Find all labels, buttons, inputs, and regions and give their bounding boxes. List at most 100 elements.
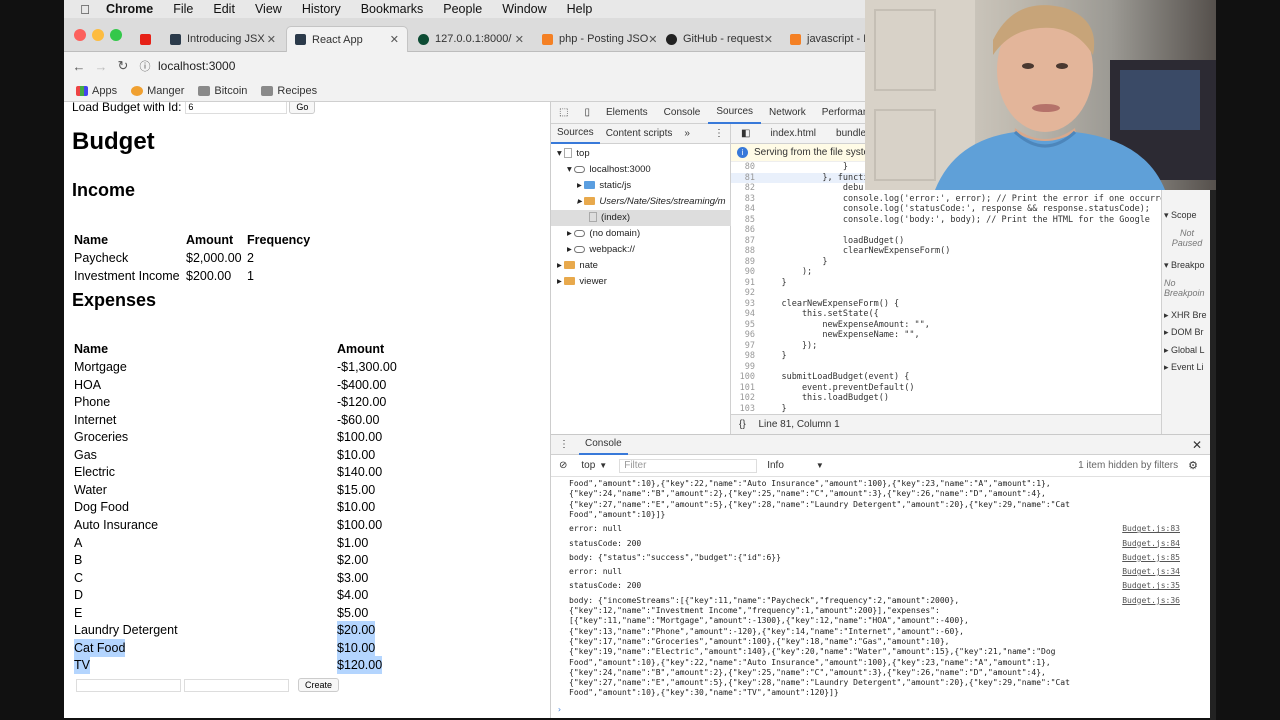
code-line[interactable]: 87 loadBudget()	[731, 236, 1161, 247]
tab-javascript[interactable]: javascript - H	[782, 26, 867, 52]
tab-elements[interactable]: Elements	[598, 107, 656, 118]
go-button[interactable]: Go	[289, 102, 316, 114]
scope-section[interactable]: ▾ Scope	[1164, 210, 1197, 221]
code-line[interactable]: 101 event.preventDefault()	[731, 383, 1161, 394]
code-line[interactable]: 85 console.log('body:', body); // Print …	[731, 215, 1161, 226]
menu-bookmarks[interactable]: Bookmarks	[351, 2, 434, 16]
toggle-navigator-icon[interactable]: ◧	[731, 128, 760, 139]
tab-console[interactable]: Console	[656, 107, 709, 118]
line-number[interactable]: 103	[731, 404, 755, 415]
tab-localhost-8000[interactable]: 127.0.0.1:8000/ ✕	[410, 26, 532, 52]
code-line[interactable]: 99	[731, 362, 1161, 373]
tab-sources-nav[interactable]: Sources	[551, 124, 600, 144]
code-line[interactable]: 98 }	[731, 351, 1161, 362]
line-number[interactable]: 82	[731, 183, 755, 194]
xhr-breakpoints-section[interactable]: ▸ XHR Bre	[1164, 310, 1207, 321]
close-window-button[interactable]	[74, 29, 86, 41]
close-tab-icon[interactable]: ✕	[515, 33, 524, 46]
line-number[interactable]: 86	[731, 225, 755, 236]
menu-file[interactable]: File	[163, 2, 203, 16]
line-number[interactable]: 95	[731, 320, 755, 331]
global-listeners-section[interactable]: ▸ Global L	[1164, 345, 1205, 356]
code-line[interactable]: 94 this.setState({	[731, 309, 1161, 320]
code-line[interactable]: 96 newExpenseName: "",	[731, 330, 1161, 341]
tab-content-scripts[interactable]: Content scripts	[600, 128, 679, 139]
tree-item[interactable]: ▸ viewer	[557, 274, 607, 290]
line-number[interactable]: 98	[731, 351, 755, 362]
log-level-selector[interactable]: Info	[767, 460, 784, 471]
bookmark-recipes[interactable]: Recipes	[261, 85, 317, 97]
code-lines[interactable]: 80 } 81 }, functi 82 debu 83 console.log('e…	[731, 162, 1171, 415]
bookmark-apps[interactable]: Apps	[76, 85, 117, 97]
menu-history[interactable]: History	[292, 2, 351, 16]
breakpoints-section[interactable]: ▾ Breakpo	[1164, 260, 1205, 271]
line-number[interactable]: 90	[731, 267, 755, 278]
line-number[interactable]: 97	[731, 341, 755, 352]
bookmark-manger[interactable]: Manger	[131, 85, 184, 97]
new-expense-name-input[interactable]	[76, 678, 181, 692]
code-line[interactable]: 89 }	[731, 257, 1161, 268]
gear-icon[interactable]: ⚙	[1188, 459, 1198, 472]
filter-input[interactable]: Filter	[619, 458, 758, 473]
tab-sources[interactable]: Sources	[708, 102, 762, 124]
code-line[interactable]: 103 }	[731, 404, 1161, 415]
clear-console-icon[interactable]: ⊘	[559, 460, 567, 471]
close-tab-icon[interactable]: ✕	[648, 33, 656, 46]
zoom-window-button[interactable]	[110, 29, 122, 41]
console-source-link[interactable]: Budget.js:83	[1122, 524, 1180, 533]
line-number[interactable]: 100	[731, 372, 755, 383]
budget-id-input[interactable]: 6	[185, 102, 288, 114]
menu-window[interactable]: Window	[492, 2, 556, 16]
code-line[interactable]: 88 clearNewExpenseForm()	[731, 246, 1161, 257]
back-icon[interactable]: ←	[68, 59, 90, 74]
menu-help[interactable]: Help	[557, 2, 603, 16]
code-line[interactable]: 95 newExpenseAmount: "",	[731, 320, 1161, 331]
forward-icon[interactable]: →	[90, 59, 112, 74]
code-line[interactable]: 84 console.log('statusCode:', response &…	[731, 204, 1161, 215]
code-line[interactable]: 92	[731, 288, 1161, 299]
line-number[interactable]: 88	[731, 246, 755, 257]
console-source-link[interactable]: Budget.js:35	[1122, 581, 1180, 590]
context-selector[interactable]: top	[581, 460, 595, 471]
menu-dots-icon[interactable]: ⋮	[708, 128, 730, 139]
line-number[interactable]: 92	[731, 288, 755, 299]
line-number[interactable]: 91	[731, 278, 755, 289]
reload-icon[interactable]: ↻	[112, 58, 134, 74]
close-drawer-icon[interactable]: ✕	[1192, 438, 1202, 452]
tree-item[interactable]: (index)	[551, 210, 731, 226]
tree-item[interactable]: ▾ localhost:3000	[567, 162, 651, 178]
close-tab-icon[interactable]: ✕	[764, 33, 773, 46]
line-number[interactable]: 83	[731, 194, 755, 205]
minimize-window-button[interactable]	[92, 29, 104, 41]
tab-php-posting[interactable]: php - Posting JSO ✕	[534, 26, 656, 52]
inspect-icon[interactable]: ⬚	[551, 107, 576, 118]
bookmark-bitcoin[interactable]: Bitcoin	[198, 85, 247, 97]
tree-item[interactable]: ▸ static/js	[577, 178, 631, 194]
braces-icon[interactable]: {}	[739, 419, 746, 430]
menu-app-name[interactable]: Chrome	[106, 2, 163, 16]
code-line[interactable]: 86	[731, 225, 1161, 236]
line-number[interactable]: 99	[731, 362, 755, 373]
console-source-link[interactable]: Budget.js:36	[1122, 596, 1180, 605]
close-tab-icon[interactable]: ✕	[267, 33, 276, 46]
line-number[interactable]: 101	[731, 383, 755, 394]
drawer-menu-icon[interactable]: ⋮	[559, 439, 569, 450]
event-listeners-section[interactable]: ▸ Event Li	[1164, 362, 1204, 373]
line-number[interactable]: 87	[731, 236, 755, 247]
line-number[interactable]: 96	[731, 330, 755, 341]
url-field[interactable]: localhost:3000	[158, 59, 235, 73]
tab-introducing-jsx[interactable]: Introducing JSX ✕	[162, 26, 284, 52]
code-line[interactable]: 90 );	[731, 267, 1161, 278]
console-source-link[interactable]: Budget.js:85	[1122, 553, 1180, 562]
menu-edit[interactable]: Edit	[203, 2, 245, 16]
console-source-link[interactable]: Budget.js:34	[1122, 567, 1180, 576]
create-button[interactable]: Create	[298, 678, 340, 692]
code-line[interactable]: 83 console.log('error:', error); // Prin…	[731, 194, 1171, 205]
dom-breakpoints-section[interactable]: ▸ DOM Br	[1164, 327, 1204, 338]
tab-react-app[interactable]: React App ✕	[286, 26, 408, 52]
tree-item[interactable]: ▸ (no domain)	[567, 226, 640, 242]
line-number[interactable]: 93	[731, 299, 755, 310]
tree-item[interactable]: ▸ nate	[557, 258, 598, 274]
console-title[interactable]: Console	[579, 435, 628, 455]
apple-icon[interactable]: 	[64, 2, 106, 17]
